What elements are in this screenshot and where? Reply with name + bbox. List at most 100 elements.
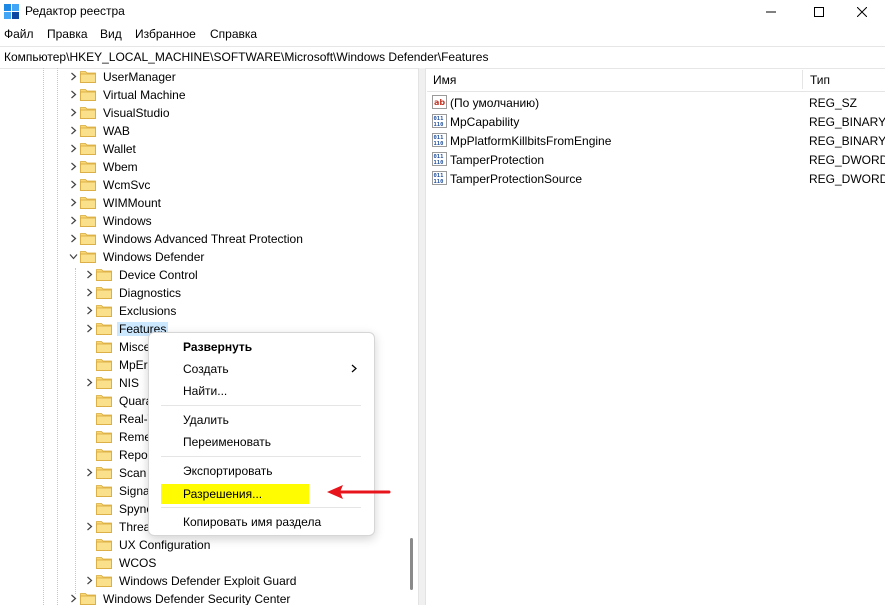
tree-item[interactable]: Windows Advanced Threat Protection xyxy=(0,230,418,248)
folder-icon xyxy=(80,161,96,173)
menu-item-find[interactable]: Найти... xyxy=(161,381,361,401)
menu-help[interactable]: Справка xyxy=(210,27,257,41)
column-name-header[interactable]: Имя xyxy=(433,73,456,87)
menu-item-permissions[interactable]: Разрешения... xyxy=(161,484,309,504)
folder-icon xyxy=(96,521,112,533)
chevron-right-icon[interactable] xyxy=(85,378,94,387)
chevron-right-icon[interactable] xyxy=(85,306,94,315)
menu-item-copy-key-name[interactable]: Копировать имя раздела xyxy=(161,512,361,532)
tree-item[interactable]: UserManager xyxy=(0,68,418,86)
folder-icon xyxy=(96,269,112,281)
folder-icon xyxy=(96,323,112,335)
tree-item-label: Signa xyxy=(119,484,150,498)
chevron-right-icon[interactable] xyxy=(69,594,78,603)
tree-item[interactable]: Windows Defender Security Center xyxy=(0,590,418,605)
list-item[interactable]: 011 110 TamperProtection REG_DWORD xyxy=(427,150,885,169)
list-item[interactable]: 011 110 MpPlatformKillbitsFromEngine REG_BI… xyxy=(427,131,885,150)
menu-bar: Файл Правка Вид Избранное Справка xyxy=(0,26,885,44)
tree-item-label: Scan xyxy=(119,466,147,480)
maximize-button[interactable] xyxy=(796,0,842,23)
chevron-right-icon[interactable] xyxy=(85,270,94,279)
tree-item-label: Exclusions xyxy=(119,304,177,318)
chevron-right-icon[interactable] xyxy=(69,90,78,99)
list-item[interactable]: 011 110 MpCapability REG_BINARY xyxy=(427,112,885,131)
folder-icon xyxy=(80,233,96,245)
tree-item[interactable]: Windows Defender xyxy=(0,248,418,266)
tree-item[interactable]: Windows xyxy=(0,212,418,230)
list-item[interactable]: 011 110 TamperProtectionSource REG_DWORD xyxy=(427,169,885,188)
folder-icon xyxy=(80,215,96,227)
tree-item-label: UX Configuration xyxy=(119,538,211,552)
value-name: MpCapability xyxy=(450,115,520,129)
close-button[interactable] xyxy=(839,0,885,23)
tree-item[interactable]: WAB xyxy=(0,122,418,140)
chevron-down-icon[interactable] xyxy=(69,252,78,261)
menu-view[interactable]: Вид xyxy=(100,27,122,41)
tree-item[interactable]: Virtual Machine xyxy=(0,86,418,104)
chevron-right-icon[interactable] xyxy=(85,468,94,477)
chevron-right-icon[interactable] xyxy=(85,324,94,333)
menu-edit[interactable]: Правка xyxy=(47,27,88,41)
pane-splitter[interactable] xyxy=(418,68,426,605)
folder-icon xyxy=(96,539,112,551)
string-value-icon: ab xyxy=(432,95,447,109)
chevron-right-icon[interactable] xyxy=(69,180,78,189)
tree-item-label: Windows xyxy=(103,214,152,228)
folder-icon xyxy=(80,197,96,209)
address-path[interactable]: Компьютер\HKEY_LOCAL_MACHINE\SOFTWARE\Mi… xyxy=(4,50,488,64)
values-list[interactable]: Имя Тип ab (По умолчанию) REG_SZ 011 110 MpCa… xyxy=(427,68,885,605)
menu-item-rename[interactable]: Переименовать xyxy=(161,432,361,452)
menu-item-expand[interactable]: Развернуть xyxy=(161,337,361,357)
menu-item-delete[interactable]: Удалить xyxy=(161,410,361,430)
chevron-right-icon[interactable] xyxy=(69,216,78,225)
chevron-right-icon[interactable] xyxy=(69,108,78,117)
tree-item[interactable]: UX Configuration xyxy=(0,536,418,554)
tree-item-label: Wbem xyxy=(103,160,138,174)
tree-item[interactable]: Device Control xyxy=(0,266,418,284)
chevron-right-icon[interactable] xyxy=(69,72,78,81)
list-item[interactable]: ab (По умолчанию) REG_SZ xyxy=(427,93,885,112)
tree-item[interactable]: Exclusions xyxy=(0,302,418,320)
folder-icon xyxy=(96,557,112,569)
menu-favorites[interactable]: Избранное xyxy=(135,27,196,41)
folder-icon xyxy=(96,431,112,443)
tree-item-label: VisualStudio xyxy=(103,106,170,120)
column-type-header[interactable]: Тип xyxy=(810,73,830,87)
title-bar: Редактор реестра xyxy=(0,0,885,23)
tree-item-label: Windows Advanced Threat Protection xyxy=(103,232,303,246)
minimize-button[interactable] xyxy=(748,0,794,23)
menu-item-create[interactable]: Создать xyxy=(161,359,361,379)
menu-file[interactable]: Файл xyxy=(4,27,34,41)
address-bar[interactable]: Компьютер\HKEY_LOCAL_MACHINE\SOFTWARE\Mi… xyxy=(0,46,885,69)
chevron-right-icon[interactable] xyxy=(69,234,78,243)
chevron-right-icon[interactable] xyxy=(85,522,94,531)
chevron-right-icon[interactable] xyxy=(69,162,78,171)
chevron-right-icon[interactable] xyxy=(85,576,94,585)
folder-icon xyxy=(80,251,96,263)
tree-item[interactable]: Wbem xyxy=(0,158,418,176)
column-divider[interactable] xyxy=(802,70,803,89)
tree-item-label: Virtual Machine xyxy=(103,88,186,102)
folder-icon xyxy=(96,485,112,497)
tree-item[interactable]: Windows Defender Exploit Guard xyxy=(0,572,418,590)
tree-item[interactable]: Wallet xyxy=(0,140,418,158)
tree-item[interactable]: WIMMount xyxy=(0,194,418,212)
menu-item-export[interactable]: Экспортировать xyxy=(161,461,361,481)
tree-item[interactable]: VisualStudio xyxy=(0,104,418,122)
binary-value-icon: 011110 xyxy=(432,152,447,166)
tree-item-label: Windows Defender Security Center xyxy=(103,592,291,605)
folder-icon xyxy=(80,89,96,101)
chevron-right-icon[interactable] xyxy=(85,288,94,297)
tree-item-label: Device Control xyxy=(119,268,198,282)
chevron-right-icon[interactable] xyxy=(69,144,78,153)
tree-item[interactable]: Diagnostics xyxy=(0,284,418,302)
registry-editor-icon xyxy=(4,4,19,19)
chevron-right-icon[interactable] xyxy=(69,126,78,135)
tree-item[interactable]: WCOS xyxy=(0,554,418,572)
chevron-right-icon xyxy=(351,364,357,373)
tree-item[interactable]: WcmSvc xyxy=(0,176,418,194)
value-type: REG_SZ xyxy=(809,96,858,110)
tree-item-label: WIMMount xyxy=(103,196,162,210)
chevron-right-icon[interactable] xyxy=(69,198,78,207)
folder-icon xyxy=(80,71,96,83)
